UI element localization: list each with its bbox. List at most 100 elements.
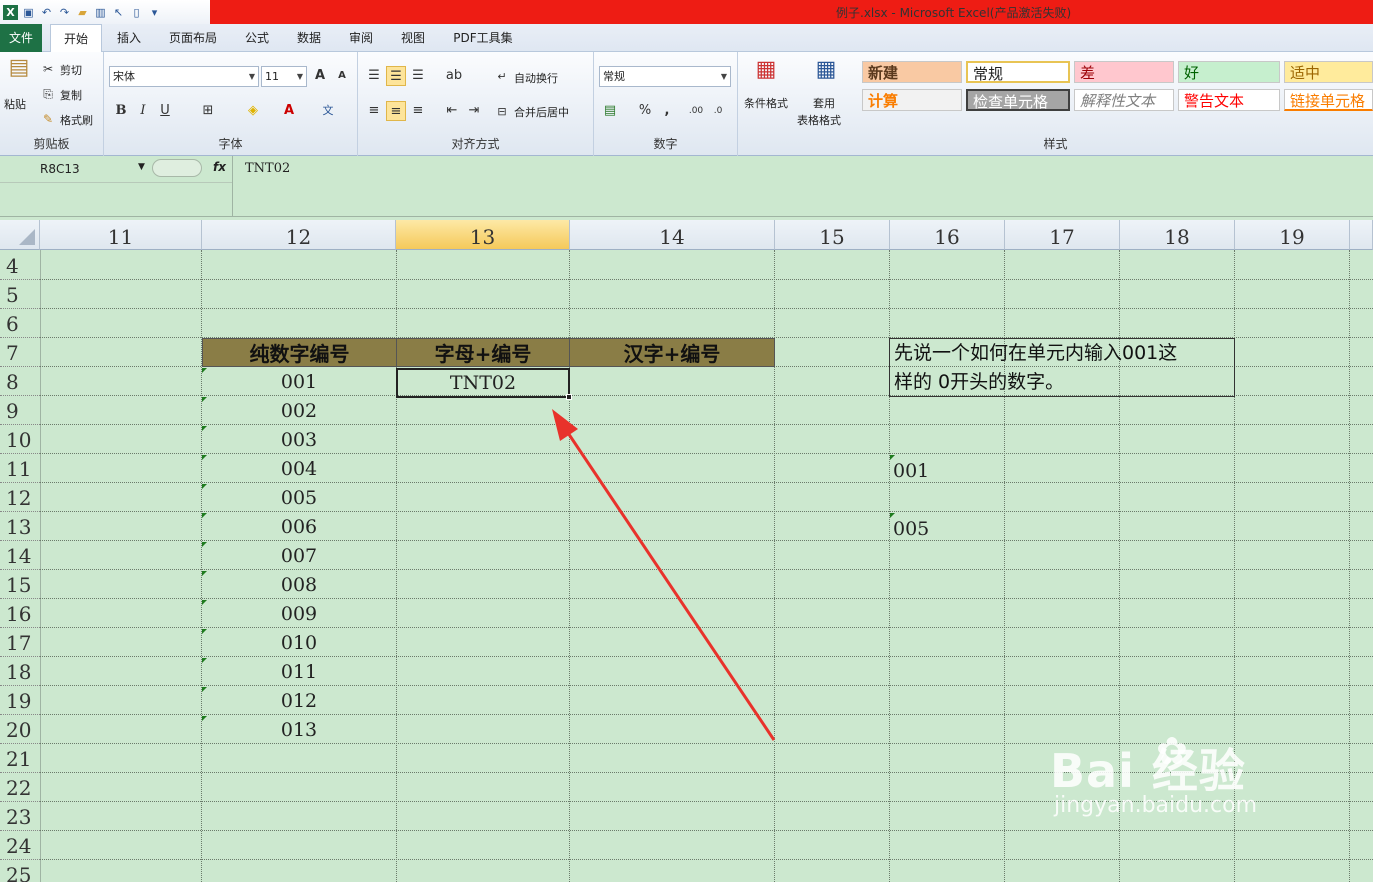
header-cell-letter-code[interactable]: 字母+编号: [396, 338, 570, 367]
redo-icon[interactable]: ↷: [57, 5, 72, 20]
code-cell[interactable]: 009: [202, 599, 396, 628]
style-explanatory[interactable]: 解释性文本: [1074, 89, 1174, 111]
undo-icon[interactable]: ↶: [39, 5, 54, 20]
row-header[interactable]: 24: [0, 831, 40, 860]
note-cell[interactable]: 先说一个如何在单元内输入001这 样的 0开头的数字。: [889, 338, 1235, 397]
style-new[interactable]: 新建: [862, 61, 962, 83]
code-cell[interactable]: 005: [202, 483, 396, 512]
column-header-selected[interactable]: 13: [396, 220, 570, 250]
save-icon[interactable]: ▣: [21, 5, 36, 20]
row-header[interactable]: 14: [0, 541, 40, 570]
code-cell[interactable]: 002: [202, 396, 396, 425]
column-header[interactable]: 12: [202, 220, 396, 250]
chevron-down-icon[interactable]: ▼: [138, 162, 145, 172]
italic-icon[interactable]: I: [133, 101, 153, 121]
column-header[interactable]: 19: [1235, 220, 1350, 250]
table-format-icon[interactable]: ▦: [812, 59, 840, 88]
row-header[interactable]: 13: [0, 512, 40, 541]
fill-color-icon[interactable]: ◈: [243, 101, 263, 121]
row-header[interactable]: 4: [0, 251, 40, 280]
style-calculation[interactable]: 计算: [862, 89, 962, 111]
increase-indent-icon[interactable]: ⇥: [464, 101, 484, 121]
style-bad[interactable]: 差: [1074, 61, 1174, 83]
name-box[interactable]: R8C13: [0, 157, 150, 181]
bold-icon[interactable]: B: [111, 101, 131, 121]
row-header[interactable]: 16: [0, 599, 40, 628]
tab-file[interactable]: 文件: [0, 24, 42, 52]
tab-page-layout[interactable]: 页面布局: [160, 24, 226, 52]
font-color-icon[interactable]: A: [279, 101, 299, 121]
shrink-font-icon[interactable]: A: [332, 66, 352, 86]
conditional-format-button[interactable]: 条件格式: [744, 95, 788, 111]
border-icon[interactable]: ⊞: [198, 101, 218, 121]
select-all-corner[interactable]: [0, 220, 40, 250]
code-cell[interactable]: 001: [202, 367, 396, 396]
row-header[interactable]: 7: [0, 338, 40, 367]
align-center-icon[interactable]: ≡: [386, 101, 406, 121]
format-painter-button[interactable]: 格式刷: [60, 112, 93, 128]
align-middle-icon[interactable]: ☰: [386, 66, 406, 86]
merge-center-icon[interactable]: ⊟: [494, 102, 510, 122]
tab-insert[interactable]: 插入: [108, 24, 150, 52]
row-header[interactable]: 23: [0, 802, 40, 831]
align-right-icon[interactable]: ≡: [408, 101, 428, 121]
row-header[interactable]: 18: [0, 657, 40, 686]
tab-view[interactable]: 视图: [392, 24, 434, 52]
style-neutral[interactable]: 适中: [1284, 61, 1373, 83]
style-normal[interactable]: 常规: [966, 61, 1070, 83]
tab-formulas[interactable]: 公式: [236, 24, 278, 52]
code-cell[interactable]: 007: [202, 541, 396, 570]
copy-button[interactable]: 复制: [60, 87, 82, 103]
worksheet-grid[interactable]: 11 12 13 14 15 16 17 18 19 4 5 6 7 8 9 10 11 12 1…: [0, 217, 1373, 882]
customize-qat-icon[interactable]: ▾: [147, 5, 162, 20]
currency-icon[interactable]: ▤: [600, 101, 620, 121]
decrease-decimal-icon[interactable]: .0: [708, 101, 728, 121]
style-warning[interactable]: 警告文本: [1178, 89, 1280, 111]
header-cell-number-code[interactable]: 纯数字编号: [202, 338, 397, 367]
column-header[interactable]: 11: [40, 220, 202, 250]
tab-pdf-tools[interactable]: PDF工具集: [446, 24, 520, 52]
tab-data[interactable]: 数据: [288, 24, 330, 52]
copy-icon[interactable]: ⎘: [40, 84, 56, 101]
column-header[interactable]: 15: [775, 220, 890, 250]
cut-button[interactable]: 剪切: [60, 62, 82, 78]
row-header[interactable]: 11: [0, 454, 40, 483]
code-cell[interactable]: 011: [202, 657, 396, 686]
font-name-select[interactable]: 宋体 ▼: [109, 66, 259, 87]
cell-r11-c16[interactable]: 001: [893, 456, 953, 485]
comma-icon[interactable]: ,: [657, 101, 677, 121]
number-format-select[interactable]: 常规 ▼: [599, 66, 731, 87]
chart-icon[interactable]: ▥: [93, 5, 108, 20]
font-size-select[interactable]: 11 ▼: [261, 66, 307, 87]
row-header[interactable]: 21: [0, 744, 40, 773]
align-bottom-icon[interactable]: ☰: [408, 66, 428, 86]
style-check-cell[interactable]: 检查单元格: [966, 89, 1070, 111]
style-good[interactable]: 好: [1178, 61, 1280, 83]
orientation-icon[interactable]: ab: [444, 66, 464, 86]
row-header[interactable]: 6: [0, 309, 40, 338]
row-header[interactable]: 17: [0, 628, 40, 657]
row-header[interactable]: 9: [0, 396, 40, 425]
phonetic-icon[interactable]: 文: [318, 101, 338, 121]
row-header[interactable]: 22: [0, 773, 40, 802]
column-header[interactable]: [1350, 220, 1373, 250]
header-cell-chinese-code[interactable]: 汉字+编号: [569, 338, 775, 367]
paste-icon[interactable]: ▤: [6, 57, 32, 88]
open-folder-icon[interactable]: ▰: [75, 5, 90, 20]
align-left-icon[interactable]: ≡: [364, 101, 384, 121]
percent-icon[interactable]: %: [635, 101, 655, 121]
cell-r13-c16[interactable]: 005: [893, 514, 953, 543]
new-document-icon[interactable]: ▯: [129, 5, 144, 20]
column-header[interactable]: 16: [890, 220, 1005, 250]
row-header[interactable]: 19: [0, 686, 40, 715]
table-format-button-line2[interactable]: 表格格式: [797, 112, 841, 128]
style-linked-cell[interactable]: 链接单元格: [1284, 89, 1373, 111]
table-format-button-line1[interactable]: 套用: [813, 95, 835, 111]
column-header[interactable]: 18: [1120, 220, 1235, 250]
code-cell[interactable]: 003: [202, 425, 396, 454]
row-header[interactable]: 12: [0, 483, 40, 512]
merge-center-button[interactable]: 合并后居中: [514, 104, 569, 120]
row-header[interactable]: 5: [0, 280, 40, 309]
conditional-format-icon[interactable]: ▦: [752, 59, 780, 88]
wrap-text-icon[interactable]: ↵: [494, 67, 510, 87]
